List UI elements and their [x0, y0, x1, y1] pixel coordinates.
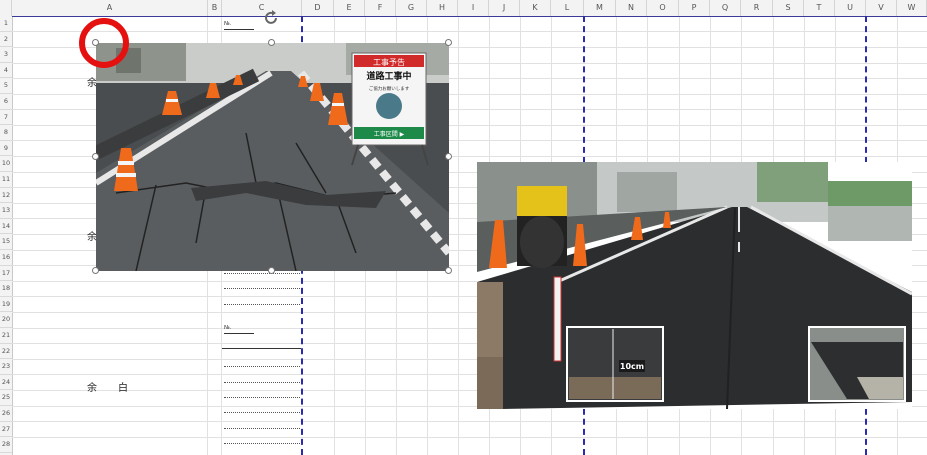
column-header-j[interactable]: J — [489, 0, 520, 16]
number-label-bottom: №. — [224, 325, 232, 331]
row-header[interactable]: 22 — [0, 344, 12, 360]
column-header-q[interactable]: Q — [710, 0, 741, 16]
number-label-top: №. — [224, 21, 232, 27]
resize-handle-top-right[interactable] — [445, 39, 452, 46]
dotted-writing-line — [224, 412, 300, 413]
column-header-h[interactable]: H — [427, 0, 458, 16]
rotate-handle-icon[interactable] — [264, 10, 280, 26]
row-header[interactable]: 18 — [0, 281, 12, 297]
gridline — [12, 31, 927, 32]
before-repair-photo[interactable]: 工事予告 道路工事中 ご協力お願いします 工事区間 ▶ — [96, 43, 449, 271]
gridline — [12, 421, 927, 422]
resize-handle-left[interactable] — [92, 153, 99, 160]
row-header[interactable]: 27 — [0, 422, 12, 438]
column-header-w[interactable]: W — [897, 0, 927, 16]
column-header-g[interactable]: G — [396, 0, 427, 16]
resize-handle-bottom-left[interactable] — [92, 267, 99, 274]
number-underline — [224, 333, 254, 334]
column-header-m[interactable]: M — [584, 0, 616, 16]
column-header-s[interactable]: S — [773, 0, 804, 16]
number-underline — [224, 29, 254, 30]
column-header-d[interactable]: D — [302, 0, 334, 16]
column-header-o[interactable]: O — [647, 0, 679, 16]
row-header[interactable]: 20 — [0, 312, 12, 328]
row-header[interactable]: 3 — [0, 47, 12, 63]
resize-handle-top[interactable] — [268, 39, 275, 46]
row-header[interactable]: 7 — [0, 110, 12, 126]
cell-border — [222, 348, 301, 349]
gridline — [12, 437, 927, 438]
row-header[interactable]: 19 — [0, 297, 12, 313]
column-header-bar: A B C D E F G H I J K L M N O P Q R S T … — [0, 0, 927, 17]
row-header[interactable]: 10 — [0, 156, 12, 172]
print-area-top-border — [12, 16, 927, 17]
row-header[interactable]: 12 — [0, 188, 12, 204]
after-repair-photo[interactable]: 10cm — [477, 162, 912, 409]
dotted-writing-line — [224, 273, 300, 274]
cracked-road-image: 工事予告 道路工事中 ご協力お願いします 工事区間 ▶ — [96, 43, 449, 271]
row-header[interactable]: 4 — [0, 63, 12, 79]
repaved-road-image: 10cm — [477, 162, 912, 409]
row-header[interactable]: 5 — [0, 78, 12, 94]
row-header[interactable]: 28 — [0, 437, 12, 453]
column-header-k[interactable]: K — [520, 0, 551, 16]
row-header[interactable]: 23 — [0, 359, 12, 375]
column-header-v[interactable]: V — [866, 0, 897, 16]
highlight-circle — [79, 18, 129, 68]
sign-sub-text: ご協力お願いします — [369, 85, 410, 92]
dotted-writing-line — [224, 397, 300, 398]
row-header[interactable]: 1 — [0, 16, 12, 32]
column-header-t[interactable]: T — [804, 0, 835, 16]
dotted-writing-line — [224, 288, 300, 289]
dotted-writing-line — [224, 366, 300, 367]
column-header-r[interactable]: R — [741, 0, 773, 16]
row-header[interactable]: 24 — [0, 375, 12, 391]
row-header[interactable]: 8 — [0, 125, 12, 141]
row-header[interactable]: 26 — [0, 406, 12, 422]
sign-bottom-text: 工事区間 ▶ — [374, 130, 405, 138]
row-header[interactable]: 17 — [0, 266, 12, 282]
column-header-e[interactable]: E — [334, 0, 365, 16]
dotted-writing-line — [224, 428, 300, 429]
yohaku-label-bottom-a: 余 — [87, 383, 97, 394]
dotted-writing-line — [224, 382, 300, 383]
thickness-inset-label: 10cm — [620, 362, 644, 371]
resize-handle-bottom-right[interactable] — [445, 267, 452, 274]
sign-top-text: 工事予告 — [373, 57, 405, 67]
row-header[interactable]: 21 — [0, 328, 12, 344]
row-header[interactable]: 15 — [0, 234, 12, 250]
yohaku-label-bottom-b: 白 — [118, 383, 128, 394]
row-header[interactable]: 2 — [0, 32, 12, 48]
dotted-writing-line — [224, 443, 300, 444]
column-header-b[interactable]: B — [208, 0, 222, 16]
row-header[interactable]: 13 — [0, 203, 12, 219]
row-header[interactable]: 16 — [0, 250, 12, 266]
resize-handle-bottom[interactable] — [268, 267, 275, 274]
column-header-f[interactable]: F — [365, 0, 396, 16]
column-header-n[interactable]: N — [616, 0, 647, 16]
column-header-i[interactable]: I — [458, 0, 489, 16]
select-all-corner[interactable] — [0, 0, 12, 16]
row-header[interactable]: 9 — [0, 141, 12, 157]
column-header-c[interactable]: C — [222, 0, 302, 16]
row-header[interactable]: 11 — [0, 172, 12, 188]
resize-handle-right[interactable] — [445, 153, 452, 160]
column-header-l[interactable]: L — [551, 0, 584, 16]
column-header-u[interactable]: U — [835, 0, 866, 16]
sign-main-text: 道路工事中 — [366, 70, 411, 82]
row-header[interactable]: 6 — [0, 94, 12, 110]
row-header[interactable]: 14 — [0, 219, 12, 235]
column-header-p[interactable]: P — [679, 0, 710, 16]
row-header[interactable]: 25 — [0, 390, 12, 406]
column-header-a[interactable]: A — [12, 0, 208, 16]
dotted-writing-line — [224, 304, 300, 305]
